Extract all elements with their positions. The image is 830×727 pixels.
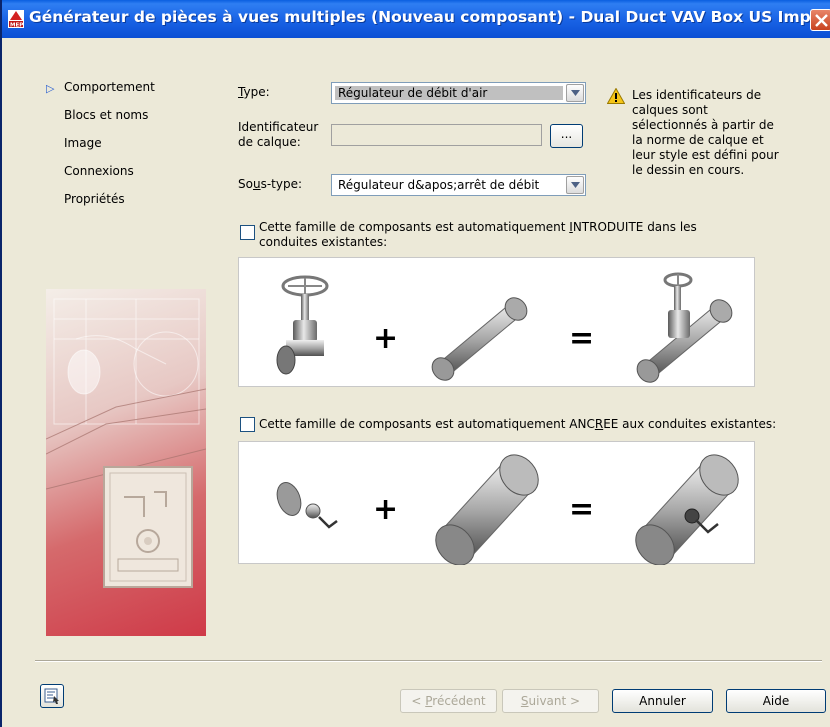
svg-text:=: = — [569, 492, 594, 527]
svg-text:+: + — [373, 321, 398, 356]
help-icon — [44, 688, 59, 704]
chevron-down-icon — [571, 90, 580, 96]
help-button[interactable]: Aide — [726, 689, 826, 713]
insertion-diagram: + = — [276, 272, 733, 383]
nav-item-blocs[interactable]: Blocs et noms — [64, 108, 148, 122]
damper-icon — [276, 482, 338, 529]
svg-text:=: = — [569, 321, 594, 356]
chevron-down-icon — [571, 182, 580, 188]
window-title: Générateur de pièces à vues multiples (N… — [29, 8, 830, 26]
valve-on-pipe-icon — [636, 272, 733, 383]
inserted-checkbox-label: Cette famille de composants est automati… — [259, 220, 697, 249]
anchoring-diagram: + = — [276, 454, 739, 566]
subtype-select[interactable]: Régulateur d&apos;arrêt de débit — [331, 174, 586, 196]
type-select[interactable]: Régulateur de débit d'air — [331, 82, 586, 104]
close-button[interactable] — [810, 9, 830, 31]
nav-item-proprietes[interactable]: Propriétés — [64, 192, 125, 206]
inserted-checkbox[interactable] — [240, 225, 255, 240]
valve-icon — [276, 275, 329, 375]
layer-key-field[interactable] — [331, 124, 542, 146]
next-button[interactable]: Suivant > — [502, 689, 599, 713]
app-icon: MEP — [8, 10, 24, 28]
decorative-artwork — [46, 289, 206, 636]
title-bar[interactable]: MEP Générateur de pièces à vues multiple… — [2, 0, 830, 38]
footer-separator — [35, 660, 822, 662]
previous-button[interactable]: < Précédent — [400, 689, 497, 713]
type-dropdown-button[interactable] — [566, 84, 584, 102]
active-arrow-icon: ▷ — [46, 82, 55, 95]
subtype-dropdown-button[interactable] — [566, 176, 584, 194]
insertion-illustration: + = — [238, 257, 755, 387]
anchored-checkbox-label: Cette famille de composants est automati… — [259, 417, 777, 431]
warning-icon — [606, 87, 626, 107]
layer-key-label: Identificateur de calque: — [238, 120, 319, 149]
cancel-button[interactable]: Annuler — [612, 689, 713, 713]
nav-item-connexions[interactable]: Connexions — [64, 164, 134, 178]
type-value: Régulateur de débit d'air — [335, 86, 563, 100]
svg-text:+: + — [373, 492, 398, 527]
subtype-label: Sous-type: — [238, 177, 303, 191]
warning-text: Les identificateurs de calques sont séle… — [632, 88, 779, 177]
duct-icon — [435, 454, 539, 566]
type-label: Type: — [238, 85, 270, 99]
anchored-checkbox[interactable] — [240, 417, 255, 432]
svg-text:MEP: MEP — [10, 22, 23, 28]
context-help-button[interactable] — [40, 684, 64, 708]
nav-item-image[interactable]: Image — [64, 136, 102, 150]
close-icon — [815, 14, 828, 27]
damper-on-duct-icon — [635, 454, 739, 566]
subtype-value: Régulateur d&apos;arrêt de débit — [338, 178, 540, 192]
pipe-icon — [431, 297, 528, 381]
nav-item-comportement[interactable]: Comportement — [64, 80, 155, 94]
layer-browse-button[interactable]: ... — [550, 124, 583, 148]
anchoring-illustration: + = — [238, 441, 755, 566]
dialog-window: MEP Générateur de pièces à vues multiple… — [0, 0, 830, 727]
